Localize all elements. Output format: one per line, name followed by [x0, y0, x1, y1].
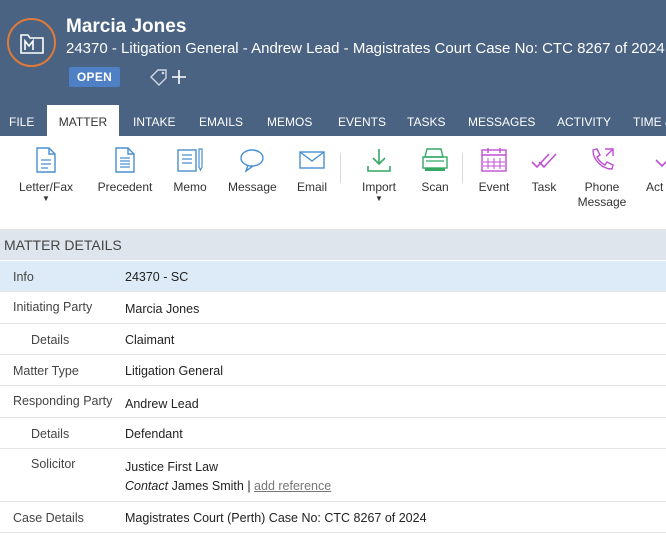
detail-row-initiating-party[interactable]: Initiating Party Marcia Jones — [0, 292, 666, 324]
add-tag-icon[interactable] — [170, 67, 188, 87]
toolbar: Letter/Fax ▼ Precedent Memo Message Emai… — [0, 136, 666, 230]
matter-type-label: Matter Type — [13, 364, 79, 378]
precedent-icon — [115, 147, 135, 173]
initiating-party-label: Initiating Party — [13, 300, 93, 314]
memo-label: Memo — [173, 180, 207, 194]
message-icon — [240, 149, 264, 173]
email-icon — [299, 151, 325, 169]
matter-header: Marcia Jones 24370 - Litigation General … — [0, 0, 666, 136]
task-check-icon — [531, 153, 557, 169]
solicitor-value: Justice First Law — [125, 460, 219, 474]
detail-row-solicitor[interactable]: Solicitor Justice First Law Contact Jame… — [0, 449, 666, 502]
info-value: 24370 - SC — [125, 270, 189, 284]
action-icon — [655, 159, 666, 168]
matter-folder-icon — [7, 18, 56, 67]
import-button[interactable]: Import ▼ — [358, 146, 400, 203]
letter-fax-label: Letter/Fax — [18, 180, 74, 194]
phone-label-line1: Phone — [584, 180, 620, 194]
contact-separator: | — [247, 479, 251, 493]
status-badge[interactable]: OPEN — [69, 67, 120, 87]
detail-row-case-details[interactable]: Case Details Magistrates Court (Perth) C… — [0, 502, 666, 533]
toolbar-divider — [340, 153, 341, 183]
task-button[interactable]: Task — [529, 146, 559, 195]
memo-icon — [177, 148, 203, 172]
import-icon — [367, 149, 391, 172]
letter-fax-button[interactable]: Letter/Fax ▼ — [18, 146, 74, 203]
memo-button[interactable]: Memo — [170, 146, 210, 195]
case-details-label: Case Details — [13, 511, 84, 525]
scanner-icon — [422, 148, 448, 171]
phone-message-label: Phone Message — [576, 180, 628, 210]
precedent-label: Precedent — [97, 180, 153, 194]
defendant-details-value: Defendant — [125, 427, 183, 441]
event-button[interactable]: Event — [477, 146, 511, 195]
tab-time[interactable]: TIME & — [633, 105, 666, 136]
detail-row-responding-party[interactable]: Responding Party Andrew Lead — [0, 386, 666, 418]
responding-party-label: Responding Party — [13, 394, 113, 408]
tab-tasks[interactable]: TASKS — [407, 105, 445, 136]
tag-icon[interactable] — [149, 68, 169, 86]
precedent-button[interactable]: Precedent — [96, 146, 154, 195]
tab-activity[interactable]: ACTIVITY — [557, 105, 611, 136]
detail-row-info[interactable]: Info 24370 - SC — [0, 261, 666, 292]
message-button[interactable]: Message — [228, 146, 277, 195]
responding-party-value: Andrew Lead — [125, 397, 199, 411]
contact-prefix: Contact — [125, 479, 169, 493]
task-label: Task — [531, 180, 557, 194]
import-label: Import — [361, 180, 396, 194]
case-details-value: Magistrates Court (Perth) Case No: CTC 8… — [125, 511, 427, 525]
event-label: Event — [478, 180, 510, 194]
letter-icon — [36, 147, 56, 173]
tab-intake[interactable]: INTAKE — [133, 105, 175, 136]
action-button[interactable]: Act — [646, 146, 666, 195]
scan-label: Scan — [421, 180, 449, 194]
scan-button[interactable]: Scan — [419, 146, 451, 195]
email-label: Email — [296, 180, 327, 194]
detail-row-claimant-details[interactable]: Details Claimant — [0, 324, 666, 355]
tab-memos[interactable]: MEMOS — [267, 105, 312, 136]
client-name: Marcia Jones — [66, 16, 187, 37]
solicitor-contact: Contact James Smith | add reference — [125, 479, 331, 493]
tab-file[interactable]: FILE — [9, 105, 34, 136]
matter-description: 24370 - Litigation General - Andrew Lead… — [66, 40, 665, 57]
matter-type-value: Litigation General — [125, 364, 223, 378]
tab-emails[interactable]: EMAILS — [199, 105, 243, 136]
solicitor-label: Solicitor — [31, 457, 76, 471]
initiating-party-value: Marcia Jones — [125, 302, 200, 316]
letter-dropdown-icon: ▼ — [42, 194, 50, 203]
tab-messages[interactable]: MESSAGES — [468, 105, 535, 136]
tab-events[interactable]: EVENTS — [338, 105, 386, 136]
add-reference-link[interactable]: add reference — [254, 479, 331, 493]
phone-message-button[interactable]: Phone Message — [576, 146, 628, 210]
message-label: Message — [228, 180, 277, 194]
email-button[interactable]: Email — [294, 146, 330, 195]
action-label: Act — [646, 180, 664, 194]
phone-label-line2: Message — [577, 195, 627, 209]
import-dropdown-icon: ▼ — [375, 194, 383, 203]
info-label: Info — [13, 270, 34, 284]
detail-row-defendant-details[interactable]: Details Defendant — [0, 418, 666, 449]
tab-matter[interactable]: MATTER — [47, 105, 119, 136]
detail-row-matter-type[interactable]: Matter Type Litigation General — [0, 355, 666, 386]
claimant-details-value: Claimant — [125, 333, 175, 347]
matter-details-header: MATTER DETAILS — [0, 230, 666, 260]
defendant-details-label: Details — [31, 427, 70, 441]
toolbar-divider — [462, 153, 463, 183]
phone-icon — [592, 148, 614, 170]
claimant-details-label: Details — [31, 333, 70, 347]
contact-name: James Smith — [171, 479, 244, 493]
calendar-icon — [481, 148, 507, 172]
